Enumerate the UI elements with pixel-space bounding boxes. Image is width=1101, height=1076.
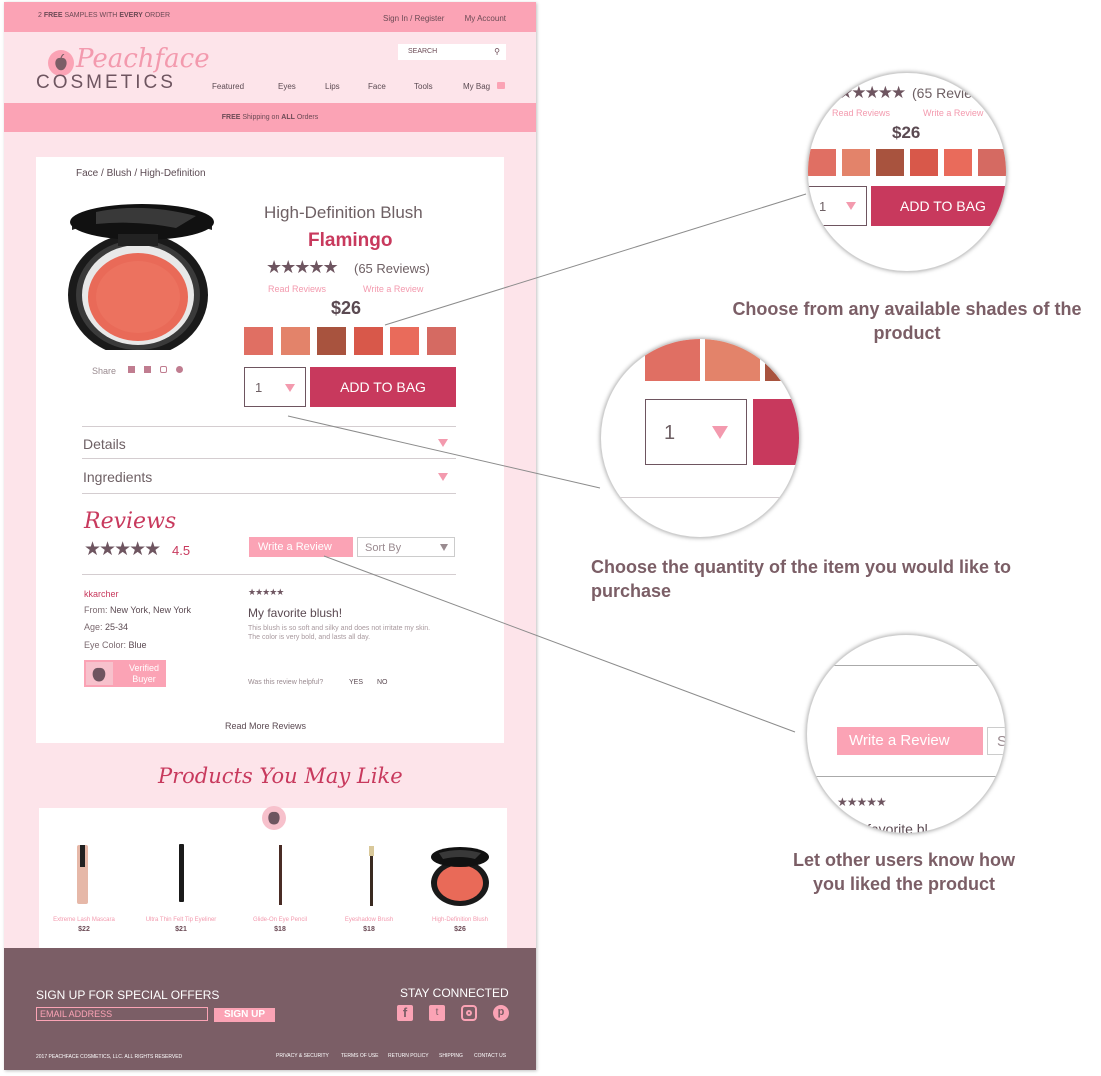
zoom-review-title: favorite bl <box>867 821 928 834</box>
annotation-review: Let other users know how you liked the p… <box>792 850 1016 894</box>
zoom-swatch <box>842 149 870 176</box>
zoom-add-to-bag: ADD TO BAG <box>871 186 1006 226</box>
chevron-down-icon <box>846 202 856 210</box>
zoom-callout-review: Write a Review S ★★★★★ favorite bl <box>806 634 1006 834</box>
zoom-swatch <box>808 149 836 176</box>
zoom-callout-quantity: 1 <box>600 338 800 538</box>
zoom-swatch <box>765 339 799 381</box>
zoom-swatch <box>876 149 904 176</box>
annotation-shades: Choose from any available shades of the … <box>732 299 1082 343</box>
zoom-stars: ★★★★★ <box>837 795 887 809</box>
divider <box>807 665 1005 666</box>
zoom-swatch <box>645 339 700 381</box>
chevron-down-icon <box>712 426 728 439</box>
zoom-price: $26 <box>892 123 921 142</box>
zoom-add-to-bag <box>753 399 799 465</box>
zoom-quantity: 1 <box>645 399 747 465</box>
zoom-stars: ★★★★★ <box>838 83 906 102</box>
divider <box>807 776 1005 777</box>
zoom-sort: S <box>987 727 1005 755</box>
zoom-swatch <box>978 149 1006 176</box>
connector-line <box>287 415 601 489</box>
zoom-quantity: 1 <box>808 186 867 226</box>
annotation-quantity: Choose the quantity of the item you woul… <box>591 557 1012 601</box>
zoom-swatch <box>705 339 760 381</box>
zoom-read-reviews: Read Reviews <box>832 108 891 118</box>
zoom-review-count: (65 Revie <box>912 85 972 101</box>
zoom-swatch <box>944 149 972 176</box>
zoom-write-review: Write a Review <box>923 108 984 118</box>
divider <box>601 497 799 498</box>
zoom-write-review: Write a Review <box>837 727 983 755</box>
zoom-callout-shades: ★★★★★ (65 Revie Read Reviews Write a Rev… <box>807 72 1007 272</box>
zoom-swatch <box>910 149 938 176</box>
